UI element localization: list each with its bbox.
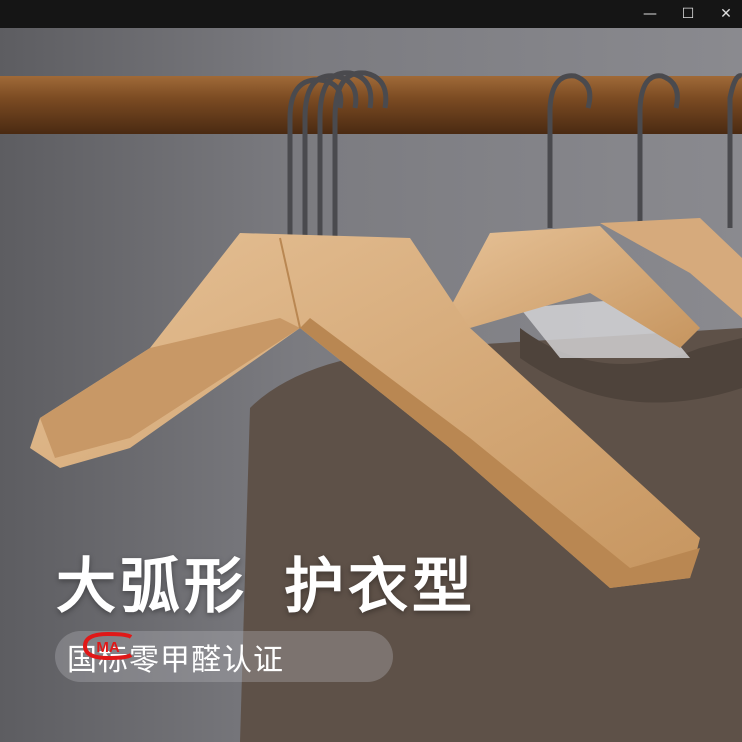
headline-part2: 护衣型	[284, 552, 476, 622]
maximize-icon: ☐	[681, 6, 695, 22]
window-titlebar: — ☐ ✕	[0, 0, 742, 28]
headline-part1: 大弧形	[56, 552, 248, 622]
certification-badge: MA 国标零甲醛认证	[55, 631, 393, 682]
svg-text:MA: MA	[96, 639, 119, 656]
close-button[interactable]: ✕	[706, 0, 742, 28]
maximize-button[interactable]: ☐	[668, 0, 708, 28]
product-image: 大弧形 护衣型 MA 国标零甲醛认证	[0, 28, 742, 742]
close-icon: ✕	[720, 6, 732, 22]
cma-logo-icon: MA	[82, 631, 133, 661]
minimize-button[interactable]: —	[630, 0, 670, 28]
minimize-icon: —	[643, 6, 657, 22]
headline: 大弧形 护衣型	[56, 538, 512, 625]
